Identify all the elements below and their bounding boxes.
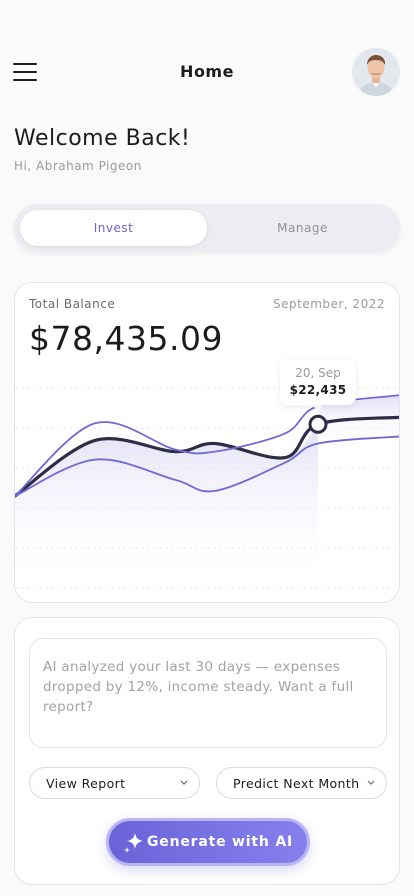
- generate-label: Generate with AI: [147, 834, 293, 850]
- sparkle-icon: [124, 833, 143, 853]
- header: Home: [0, 48, 414, 96]
- balance-label: Total Balance: [29, 297, 116, 311]
- chevron-down-icon: [180, 780, 188, 785]
- generate-with-ai-button[interactable]: Generate with AI: [106, 818, 310, 866]
- greeting-text: Hi, Abraham Pigeon: [14, 159, 142, 173]
- ai-assistant-card: AI analyzed your last 30 days — expenses…: [14, 617, 400, 885]
- predict-label: Predict Next Month: [233, 775, 360, 791]
- tab-invest[interactable]: Invest: [20, 210, 207, 246]
- balance-value: $78,435.09: [29, 319, 223, 358]
- view-report-label: View Report: [46, 775, 126, 791]
- avatar-image: [352, 48, 400, 96]
- ai-message: AI analyzed your last 30 days — expenses…: [29, 638, 387, 748]
- avatar[interactable]: [352, 48, 400, 96]
- tab-manage[interactable]: Manage: [211, 210, 394, 246]
- chevron-down-icon: [367, 780, 375, 785]
- balance-period: September, 2022: [273, 297, 385, 311]
- chart-tooltip: 20, Sep $22,435: [280, 359, 356, 405]
- tooltip-value: $22,435: [289, 383, 347, 397]
- segment-control: Invest Manage: [14, 204, 400, 252]
- view-report-dropdown[interactable]: View Report: [29, 767, 200, 799]
- balance-card: Total Balance September, 2022 $78,435.09…: [14, 282, 400, 603]
- chart-highlight-point[interactable]: [308, 414, 328, 434]
- welcome-title: Welcome Back!: [14, 126, 191, 151]
- predict-next-month-dropdown[interactable]: Predict Next Month: [216, 767, 387, 799]
- tooltip-date: 20, Sep: [295, 366, 341, 380]
